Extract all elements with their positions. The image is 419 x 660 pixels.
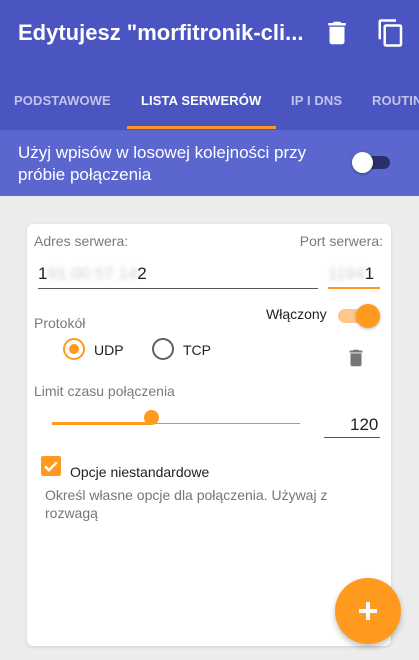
active-tab-indicator [127,126,276,129]
udp-radio[interactable] [63,338,85,360]
app-bar: Edytujesz "morfitronik-cli... [0,0,419,80]
timeout-slider-thumb[interactable] [144,410,159,425]
random-order-label: Użyj wpisów w losowej kolejności przy pr… [18,143,307,184]
check-icon [44,461,58,472]
timeout-slider-track[interactable] [150,423,300,424]
udp-label: UDP [94,342,124,358]
tab-podstawowe[interactable]: PODSTAWOWE [14,93,111,108]
random-order-row: Użyj wpisów w losowej kolejności przy pr… [0,130,419,196]
add-server-button[interactable] [335,578,401,644]
tab-routing[interactable]: ROUTING [372,93,419,108]
timeout-value-underline [324,437,380,438]
server-address-label: Adres serwera: [34,233,129,249]
custom-options-description: Określ własne opcje dla połączenia. Używ… [45,487,328,521]
tcp-label: TCP [183,342,211,358]
enabled-switch[interactable] [338,304,380,328]
delete-server-icon[interactable] [345,345,367,371]
delete-icon[interactable] [322,18,352,48]
random-order-switch[interactable] [352,152,390,173]
copy-icon[interactable] [376,18,406,48]
timeout-label: Limit czasu połączenia [34,383,175,399]
tab-ip-dns[interactable]: IP I DNS [291,93,342,108]
page-title: Edytujesz "morfitronik-cli... [18,20,304,45]
custom-options-label: Opcje niestandardowe [70,464,210,480]
timeout-value-field[interactable]: 120 [350,415,378,435]
server-port-field[interactable]: 11941 [328,264,374,284]
enabled-label: Włączony [266,306,327,322]
custom-options-checkbox[interactable] [41,456,61,476]
server-address-underline [38,288,318,289]
tcp-radio[interactable] [152,338,174,360]
protocol-label: Protokół [34,315,86,331]
add-icon [359,602,377,620]
tab-lista-serwerow[interactable]: LISTA SERWERÓW [141,93,261,108]
server-port-underline [328,287,380,289]
tab-bar: PODSTAWOWE LISTA SERWERÓW IP I DNS ROUTI… [0,80,419,130]
server-port-label: Port serwera: [299,233,383,249]
server-card: Adres serwera: Port serwera: 191.00.57.1… [27,224,391,646]
server-address-field[interactable]: 191.00.57.142 [38,264,147,284]
timeout-slider-fill [52,422,150,425]
